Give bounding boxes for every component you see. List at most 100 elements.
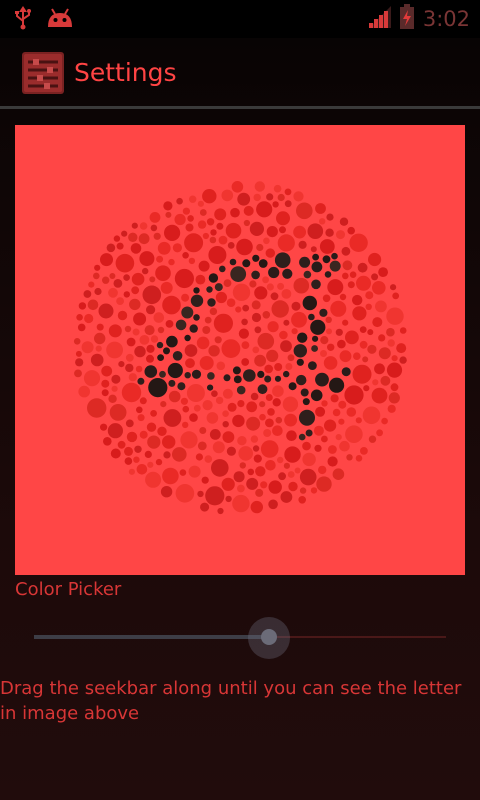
- plate-dot: [233, 471, 245, 483]
- plate-dot: [399, 327, 407, 334]
- plate-dot: [266, 226, 278, 238]
- plate-dot: [130, 243, 142, 254]
- plate-dot: [328, 445, 337, 454]
- plate-dot: [259, 401, 266, 408]
- plate-figure-dot: [184, 334, 191, 342]
- plate-dot: [273, 184, 282, 193]
- plate-dot: [211, 390, 218, 398]
- plate-figure-dot: [296, 358, 304, 366]
- plate-figure-dot: [214, 283, 223, 292]
- plate-dot: [264, 364, 273, 374]
- plate-dot: [255, 466, 266, 477]
- plate-dot: [322, 294, 331, 303]
- plate-dot: [242, 304, 250, 312]
- plate-dot: [256, 201, 273, 218]
- plate-dot: [184, 233, 204, 253]
- plate-dot: [222, 410, 229, 418]
- plate-dot: [254, 326, 262, 334]
- plate-dot: [206, 218, 215, 226]
- plate-dot: [241, 318, 248, 326]
- plate-dot: [73, 338, 81, 345]
- plate-dot: [319, 239, 335, 254]
- plate-dot: [93, 272, 100, 280]
- plate-dot: [137, 414, 145, 422]
- plate-figure-dot: [177, 382, 186, 391]
- plate-dot: [237, 400, 245, 408]
- plate-dot: [146, 305, 156, 315]
- plate-figure-dot: [299, 256, 311, 268]
- plate-dot: [109, 273, 116, 279]
- plate-dot: [367, 329, 374, 336]
- plate-dot: [108, 324, 122, 338]
- plate-figure-dot: [312, 253, 319, 261]
- color-test-plate: [15, 125, 465, 575]
- plate-dot: [344, 385, 364, 405]
- plate-dot: [217, 507, 224, 515]
- plate-dot: [283, 319, 290, 326]
- plate-figure-dot: [191, 369, 202, 379]
- color-plate-image: [73, 181, 407, 515]
- plate-dot: [216, 361, 226, 371]
- plate-dot: [181, 293, 190, 302]
- plate-dot: [208, 246, 227, 264]
- action-bar: Settings: [0, 38, 480, 106]
- plate-dot: [279, 226, 286, 234]
- plate-dot: [187, 215, 194, 222]
- plate-dot: [221, 189, 234, 202]
- plate-dot: [107, 423, 123, 439]
- plate-dot: [270, 292, 279, 301]
- plate-dot: [283, 462, 290, 469]
- plate-dot: [296, 202, 313, 220]
- plate-dot: [139, 430, 148, 439]
- plate-dot: [276, 211, 290, 226]
- seekbar-thumb[interactable]: [260, 629, 277, 645]
- plate-dot: [147, 461, 154, 468]
- plate-dot: [341, 246, 351, 256]
- plate-dot: [313, 425, 324, 436]
- plate-dot: [293, 277, 310, 294]
- plate-dot: [294, 467, 301, 474]
- android-debug-icon: [46, 7, 74, 33]
- plate-figure-dot: [310, 389, 323, 402]
- plate-dot: [94, 332, 106, 345]
- plate-dot: [318, 465, 327, 475]
- plate-dot: [349, 271, 357, 278]
- plate-figure-dot: [288, 382, 297, 391]
- plate-dot: [163, 201, 173, 211]
- battery-charging-icon: [399, 4, 415, 34]
- plate-dot: [108, 394, 117, 403]
- plate-figure-dot: [310, 319, 326, 335]
- plate-dot: [374, 363, 385, 375]
- plate-dot: [241, 358, 250, 366]
- plate-dot: [156, 255, 164, 263]
- plate-dot: [206, 412, 219, 424]
- plate-dot: [162, 435, 176, 449]
- plate-dot: [100, 253, 113, 267]
- plate-dot: [375, 300, 387, 313]
- plate-dot: [284, 200, 292, 208]
- status-bar: 3:02: [0, 0, 480, 38]
- plate-dot: [134, 445, 142, 453]
- plate-dot: [102, 276, 110, 284]
- plate-dot: [175, 484, 195, 503]
- plate-dot: [209, 307, 218, 316]
- color-seekbar[interactable]: [20, 612, 460, 664]
- plate-figure-dot: [283, 370, 290, 378]
- plate-dot: [266, 349, 279, 362]
- signal-icon: [368, 6, 391, 32]
- plate-dot: [239, 462, 246, 469]
- plate-dot: [174, 213, 186, 226]
- plate-figure-dot: [229, 258, 237, 266]
- plate-dot: [164, 224, 181, 241]
- plate-figure-dot: [274, 252, 291, 268]
- plate-dot: [293, 225, 306, 239]
- plate-dot: [87, 398, 107, 418]
- plate-dot: [124, 446, 133, 456]
- plate-dot: [324, 419, 337, 432]
- settings-sliders-icon[interactable]: [22, 52, 64, 94]
- plate-dot: [185, 358, 195, 369]
- plate-dot: [310, 487, 318, 494]
- plate-dot: [380, 375, 391, 386]
- plate-dot: [249, 280, 257, 288]
- plate-figure-dot: [299, 409, 315, 426]
